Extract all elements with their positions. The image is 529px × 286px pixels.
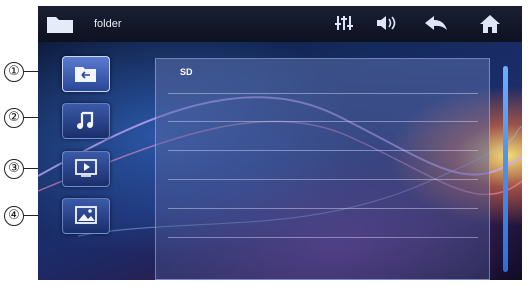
list-divider bbox=[168, 179, 478, 180]
sidebar-item-video[interactable] bbox=[62, 151, 110, 187]
device-screen: folder SD bbox=[38, 6, 522, 280]
folder-icon bbox=[47, 17, 73, 33]
folder-back-icon bbox=[75, 67, 96, 82]
list-item[interactable]: SD bbox=[180, 67, 193, 77]
callout-marker: ④ bbox=[4, 206, 24, 226]
file-list-panel: SD bbox=[155, 58, 490, 280]
music-note-icon bbox=[77, 111, 94, 129]
home-icon[interactable] bbox=[478, 13, 502, 35]
callout-marker: ③ bbox=[4, 159, 24, 179]
video-icon bbox=[75, 159, 97, 177]
page-title: folder bbox=[94, 18, 122, 30]
callout-marker: ② bbox=[4, 108, 24, 128]
sidebar-item-photo[interactable] bbox=[62, 198, 110, 234]
list-divider bbox=[168, 121, 478, 122]
list-divider bbox=[168, 150, 478, 151]
sidebar-item-folder[interactable] bbox=[62, 56, 110, 92]
sidebar-item-music[interactable] bbox=[62, 103, 110, 139]
list-divider bbox=[168, 237, 478, 238]
equalizer-icon[interactable] bbox=[334, 13, 354, 33]
scrollbar[interactable] bbox=[503, 66, 508, 272]
list-divider bbox=[168, 208, 478, 209]
list-divider bbox=[168, 93, 478, 94]
back-icon[interactable] bbox=[423, 13, 449, 35]
image-icon bbox=[75, 206, 97, 224]
volume-icon[interactable] bbox=[375, 13, 397, 33]
callout-marker: ① bbox=[4, 62, 24, 82]
top-bar: folder bbox=[38, 6, 522, 42]
